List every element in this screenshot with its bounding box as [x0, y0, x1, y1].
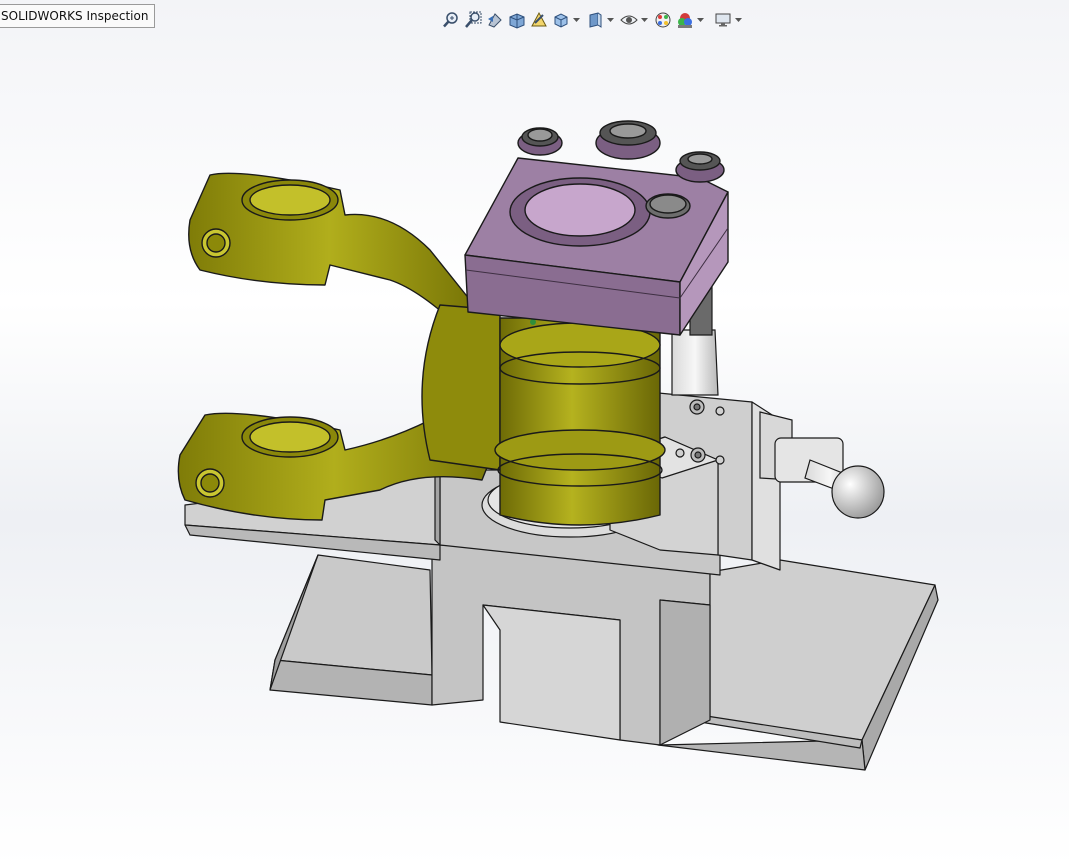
clamp-plate[interactable] — [464, 120, 729, 336]
graphics-area[interactable]: SOLIDWORKS Inspection — [0, 0, 1069, 865]
cad-model-view[interactable] — [0, 0, 1069, 865]
